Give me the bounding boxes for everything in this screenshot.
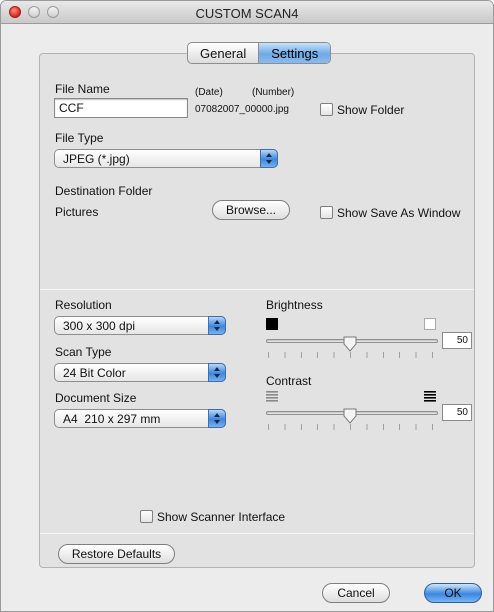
show-folder-checkbox[interactable]: [320, 103, 333, 116]
contrast-label: Contrast: [266, 374, 312, 388]
show-save-as-window-label: Show Save As Window: [337, 206, 461, 220]
resolution-select[interactable]: 300 x 300 dpi: [54, 316, 226, 335]
black-square-icon: [266, 318, 278, 330]
file-type-label: File Type: [55, 131, 104, 145]
browse-button[interactable]: Browse...: [212, 200, 290, 220]
restore-defaults-button[interactable]: Restore Defaults: [58, 544, 175, 564]
destination-folder-path: Pictures: [55, 205, 99, 219]
popup-arrows-icon: [208, 316, 226, 335]
scan-type-select[interactable]: 24 Bit Color: [54, 363, 226, 382]
window-title: CUSTOM SCAN4: [195, 6, 299, 21]
ok-button[interactable]: OK: [424, 583, 482, 603]
document-size-selected: A4 210 x 297 mm: [63, 412, 161, 426]
destination-folder-label: Destination Folder: [55, 184, 153, 198]
popup-arrows-icon: [208, 409, 226, 428]
document-size-select[interactable]: A4 210 x 297 mm: [54, 409, 226, 428]
brightness-label: Brightness: [266, 298, 323, 312]
number-caption: (Number): [252, 87, 295, 98]
contrast-slider-thumb[interactable]: [342, 408, 358, 424]
file-name-suffix: 07082007_00000.jpg: [195, 104, 289, 115]
scan-type-label: Scan Type: [55, 345, 112, 359]
document-size-label: Document Size: [55, 391, 137, 405]
popup-arrows-icon: [260, 149, 278, 168]
show-scanner-interface-label: Show Scanner Interface: [157, 510, 286, 524]
show-folder-label: Show Folder: [337, 103, 405, 117]
settings-panel: File Name (Date) (Number) CCF 07082007_0…: [39, 53, 475, 568]
section-divider: [40, 289, 474, 290]
scan-type-selected: 24 Bit Color: [63, 366, 126, 380]
contrast-slider-ticks: [268, 424, 436, 430]
resolution-label: Resolution: [55, 298, 112, 312]
brightness-value[interactable]: 50: [442, 332, 472, 349]
tab-settings[interactable]: Settings: [259, 43, 331, 63]
file-type-select[interactable]: JPEG (*.jpg): [54, 149, 278, 168]
bottom-divider: [40, 533, 474, 534]
file-name-input[interactable]: CCF: [54, 98, 188, 118]
brightness-slider-thumb[interactable]: [342, 336, 358, 352]
white-square-icon: [424, 318, 436, 330]
show-save-as-window-checkbox[interactable]: [320, 206, 333, 219]
file-name-label: File Name: [55, 82, 110, 96]
file-type-selected: JPEG (*.jpg): [63, 152, 130, 166]
date-caption: (Date): [195, 87, 223, 98]
custom-scan-window: CUSTOM SCAN4 File Name (Date) (Number) C…: [0, 0, 494, 612]
low-contrast-icon: [266, 391, 278, 402]
show-scanner-interface-checkbox[interactable]: [140, 510, 153, 523]
tab-bar: General Settings: [187, 42, 332, 64]
high-contrast-icon: [424, 391, 436, 402]
popup-arrows-icon: [208, 363, 226, 382]
contrast-value[interactable]: 50: [442, 404, 472, 421]
brightness-slider-ticks: [268, 352, 436, 358]
cancel-button[interactable]: Cancel: [322, 583, 390, 603]
resolution-selected: 300 x 300 dpi: [63, 319, 136, 333]
tab-general[interactable]: General: [188, 43, 260, 63]
title-bar[interactable]: CUSTOM SCAN4: [1, 1, 493, 24]
